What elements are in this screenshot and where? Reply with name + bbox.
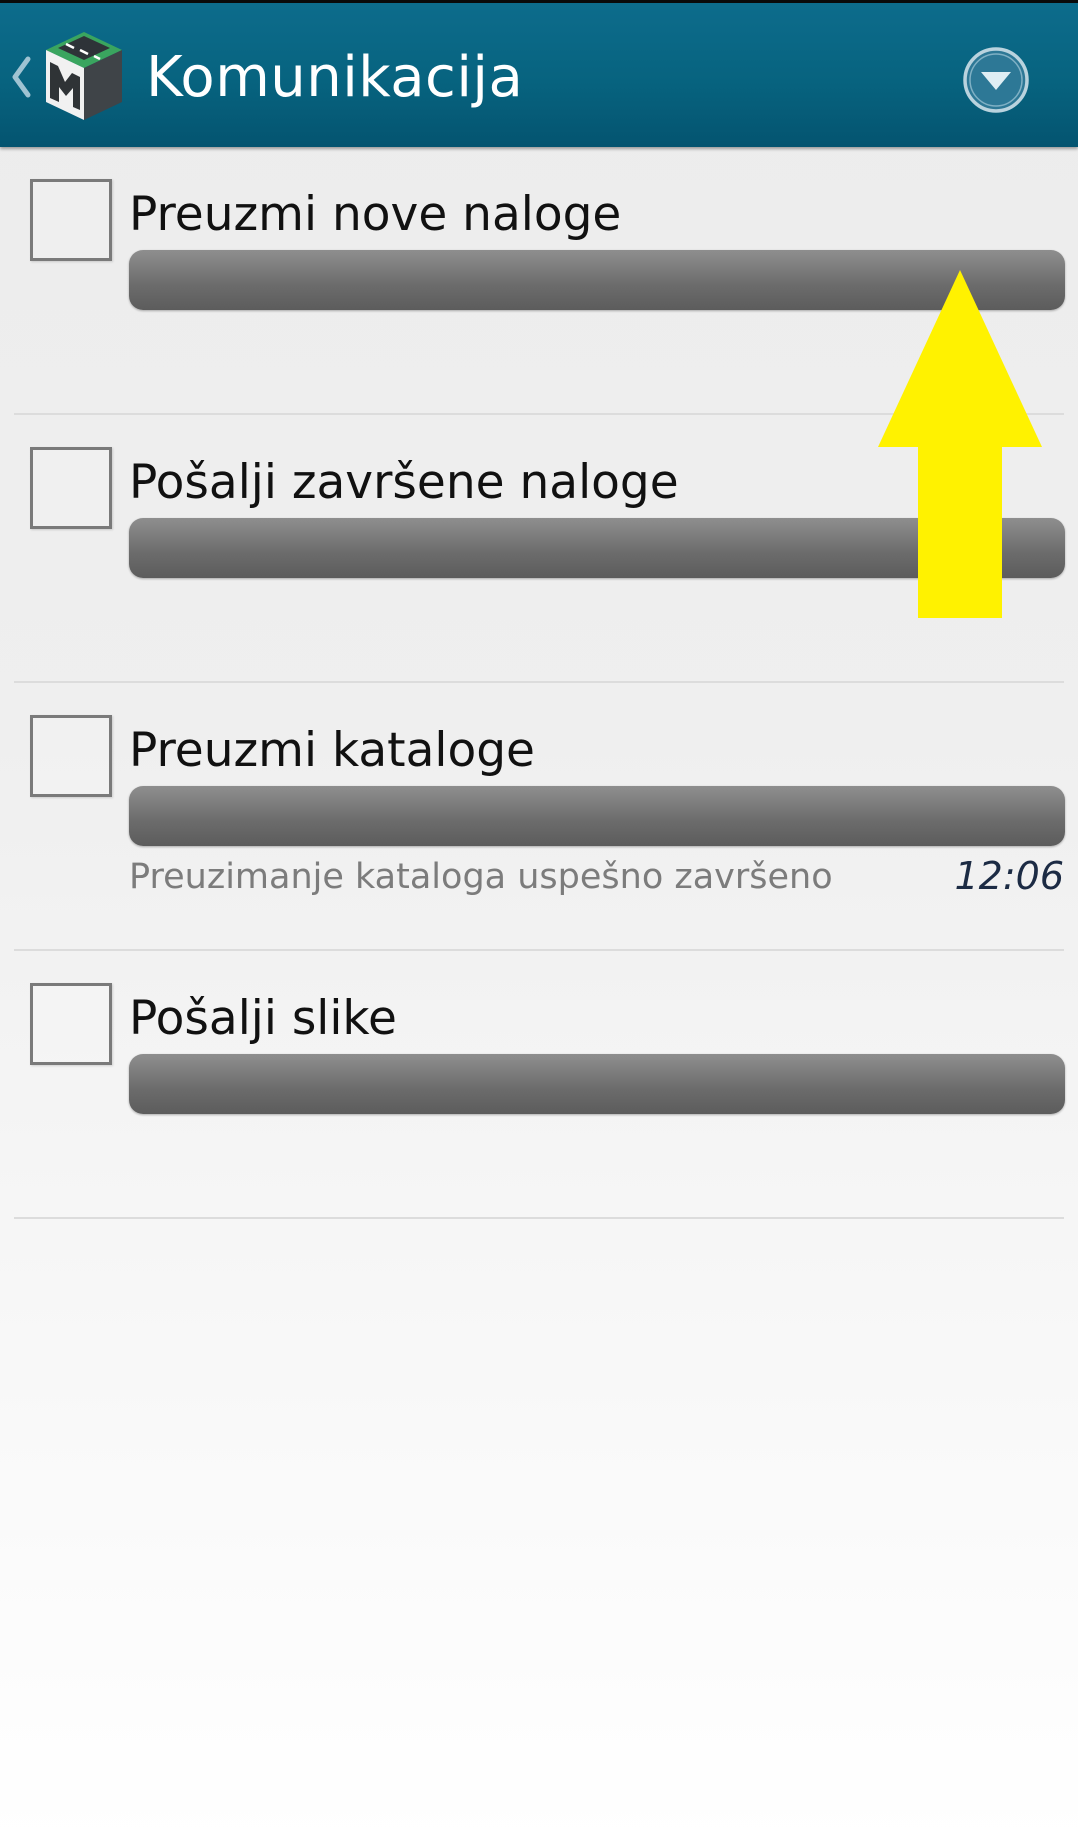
- list-item[interactable]: Preuzmi nove naloge: [0, 147, 1078, 415]
- progress-bar: [129, 250, 1065, 310]
- app-logo-icon[interactable]: [44, 30, 124, 122]
- dropdown-circle-icon[interactable]: [962, 46, 1030, 114]
- progress-bar: [129, 1054, 1065, 1114]
- communication-list: Preuzmi nove naloge Pošalji završene nal…: [0, 147, 1078, 1219]
- item-label: Pošalji slike: [129, 991, 397, 1046]
- chevron-left-icon[interactable]: [10, 55, 32, 99]
- action-bar: Komunikacija: [0, 0, 1078, 147]
- item-label: Preuzmi kataloge: [129, 723, 535, 778]
- divider: [14, 1217, 1064, 1219]
- checkbox-preuzmi-nove-naloge[interactable]: [30, 179, 112, 261]
- progress-bar: [129, 786, 1065, 846]
- list-item[interactable]: Pošalji završene naloge: [0, 415, 1078, 683]
- checkbox-posalji-slike[interactable]: [30, 983, 112, 1065]
- progress-bar: [129, 518, 1065, 578]
- checkbox-preuzmi-kataloge[interactable]: [30, 715, 112, 797]
- checkbox-posalji-zavrsene-naloge[interactable]: [30, 447, 112, 529]
- list-item[interactable]: Preuzmi kataloge Preuzimanje kataloga us…: [0, 683, 1078, 951]
- status-text: Preuzimanje kataloga uspešno završeno: [129, 857, 833, 897]
- item-label: Pošalji završene naloge: [129, 455, 679, 510]
- page-title: Komunikacija: [146, 45, 524, 110]
- item-label: Preuzmi nove naloge: [129, 187, 622, 242]
- list-item[interactable]: Pošalji slike: [0, 951, 1078, 1219]
- status-time: 12:06: [954, 854, 1064, 898]
